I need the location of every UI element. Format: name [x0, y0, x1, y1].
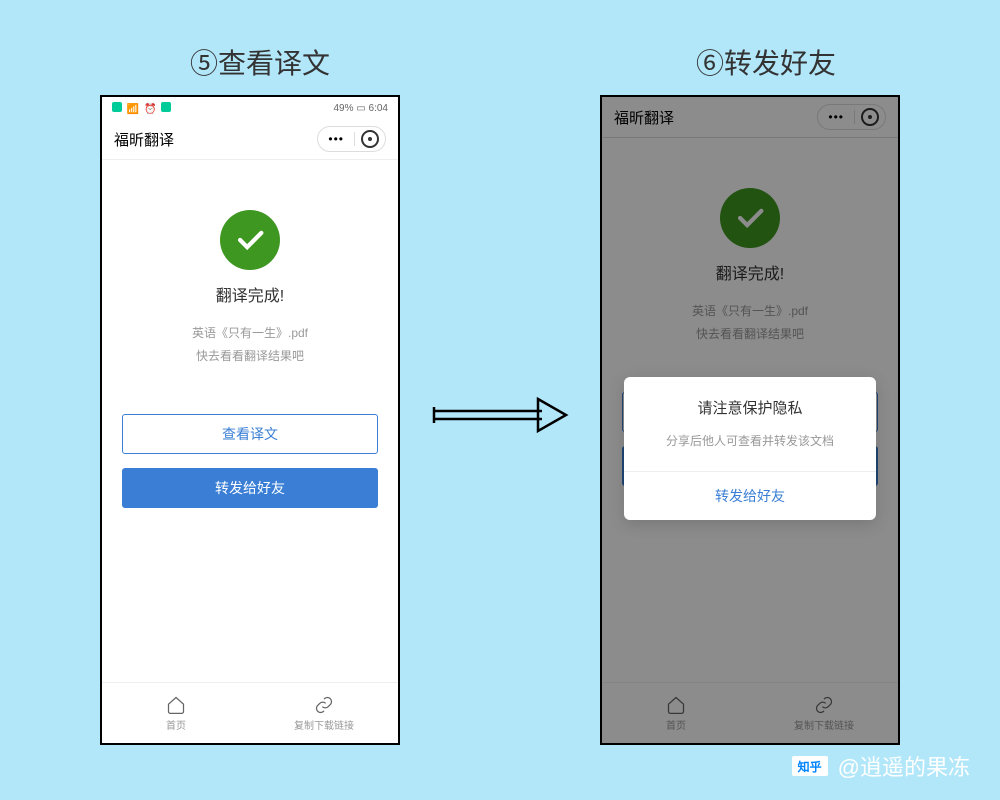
app-header: 福昕翻译 ••• [102, 119, 398, 160]
status-bar: 📶 ⏰ 49% ▭ 6:04 [102, 97, 398, 119]
nav-copy-label: 复制下载链接 [294, 717, 354, 732]
app-title: 福昕翻译 [114, 129, 174, 150]
prompt-text: 快去看看翻译结果吧 [196, 347, 304, 364]
nav-home-label: 首页 [166, 717, 186, 732]
clock: 6:04 [369, 103, 388, 114]
signal-icon: 📶 [127, 104, 139, 115]
step-label-5: ⑤查看译文 [190, 42, 330, 82]
phone-screenshot-left: 📶 ⏰ 49% ▭ 6:04 福昕翻译 ••• 翻译完成! 英语《只有一 [100, 95, 400, 745]
link-icon [314, 695, 334, 715]
dialog-subtitle: 分享后他人可查看并转发该文档 [624, 432, 876, 449]
view-translation-button[interactable]: 查看译文 [122, 414, 378, 454]
bottom-nav: 首页 复制下载链接 [102, 682, 398, 743]
arrow-right-icon [430, 395, 570, 435]
battery-icon: ▭ [356, 103, 365, 114]
dialog-title: 请注意保护隐私 [624, 397, 876, 418]
alarm-icon: ⏰ [144, 104, 156, 115]
nav-copy-link[interactable]: 复制下载链接 [250, 683, 398, 743]
zhihu-watermark: 知乎 @逍遥的果冻 [792, 750, 970, 782]
step-label-6: ⑥转发好友 [696, 42, 836, 82]
home-icon [166, 695, 186, 715]
nav-home[interactable]: 首页 [102, 683, 250, 743]
done-title: 翻译完成! [216, 282, 284, 306]
dialog-share-button[interactable]: 转发给好友 [624, 472, 876, 520]
close-miniapp-icon[interactable] [361, 130, 379, 148]
phone-screenshot-right: 福昕翻译 ••• 翻译完成! 英语《只有一生》.pdf 快去看看翻译结果吧 查看… [600, 95, 900, 745]
success-icon [220, 210, 280, 270]
zhihu-logo-icon: 知乎 [792, 756, 828, 776]
filename-text: 英语《只有一生》.pdf [192, 324, 308, 341]
privacy-dialog: 请注意保护隐私 分享后他人可查看并转发该文档 转发给好友 [624, 377, 876, 520]
miniapp-capsule[interactable]: ••• [317, 126, 386, 152]
cell-indicator-icon [112, 102, 122, 112]
share-friend-button[interactable]: 转发给好友 [122, 468, 378, 508]
battery-percent: 49% [334, 103, 354, 114]
author-name: @逍遥的果冻 [838, 750, 970, 782]
more-icon[interactable]: ••• [324, 132, 348, 146]
nfc-icon [161, 102, 171, 112]
